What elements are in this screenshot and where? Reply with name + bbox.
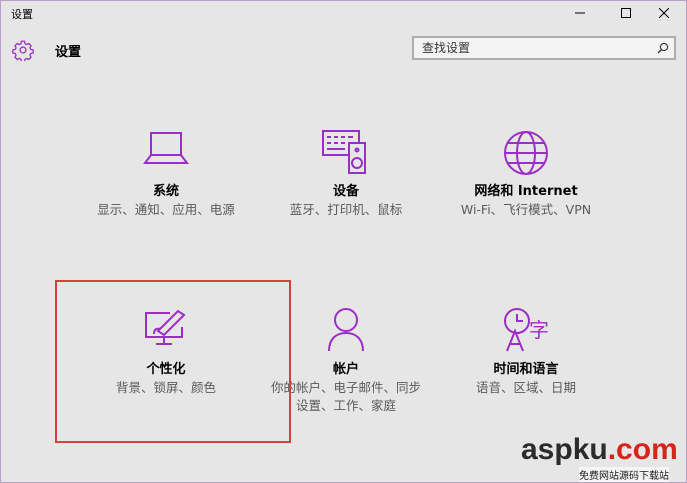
tile-title: 系统 [152,184,179,199]
gear-icon [12,40,34,61]
maximize-icon [621,8,631,18]
highlight-box [55,280,291,443]
person-icon [328,308,364,352]
tile-time-language[interactable]: 字 时间和语言 语音、区域、日期 [431,307,621,397]
tile-title: 时间和语言 [493,362,559,377]
watermark-tagline: 免费网站源码下载站 [579,467,669,482]
search-icon[interactable] [657,42,669,54]
tile-network[interactable]: 网络和 Internet Wi-Fi、飞行模式、VPN [431,129,621,219]
tile-description: 你的帐户、电子邮件、同步设置、工作、家庭 [271,380,422,413]
minimize-icon [575,12,585,14]
window-title: 设置 [11,8,33,21]
title-bar[interactable]: 设置 [1,1,686,25]
page-title: 设置 [55,45,82,60]
close-icon [659,8,669,18]
search-box[interactable] [412,36,676,60]
devices-icon [322,130,366,174]
clock-language-icon: 字 [504,308,549,352]
watermark-logo: aspku.com [521,433,678,466]
tile-system[interactable]: 系统 显示、通知、应用、电源 [71,129,261,219]
watermark: aspku.com 免费网站源码下载站 [521,433,686,483]
settings-window: 设置 设置 查找设置 系统 显示、通知、应用、电源 设备 蓝牙、打印机、鼠标 网… [0,0,687,483]
tile-title: 网络和 Internet [474,184,578,199]
close-button[interactable] [641,1,687,25]
tile-description: 显示、通知、应用、电源 [97,202,235,217]
tile-title: 设备 [332,184,359,199]
minimize-button[interactable] [557,1,603,25]
tile-description: 语音、区域、日期 [475,380,576,395]
laptop-icon [143,132,189,164]
tile-devices[interactable]: 设备 蓝牙、打印机、鼠标 [251,129,441,219]
tile-description: Wi-Fi、飞行模式、VPN [460,202,592,217]
tile-description: 蓝牙、打印机、鼠标 [289,202,403,217]
globe-icon [504,131,548,175]
svg-text:字: 字 [529,318,549,342]
search-input[interactable] [414,38,652,58]
